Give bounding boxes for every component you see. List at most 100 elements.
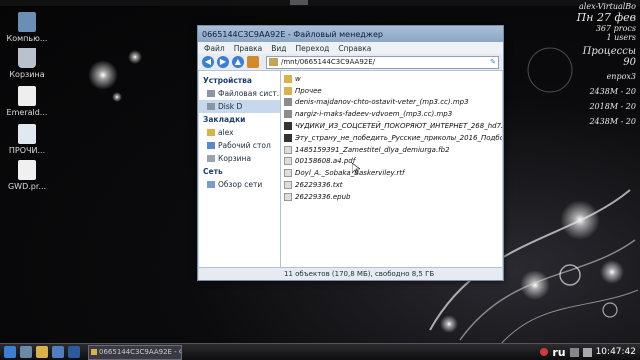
sidebar-section-network: Сеть <box>203 167 223 176</box>
drive-icon <box>207 103 215 110</box>
sparkle-decoration <box>112 92 122 102</box>
file-name: w <box>295 74 301 83</box>
up-arrow-icon[interactable]: ▲ <box>232 56 244 68</box>
file-name: 26229336.txt <box>295 181 343 190</box>
sidebar-item-label: Файловая сист... <box>218 89 280 98</box>
file-name: 00158608.a4.pdf <box>295 157 356 166</box>
file-name: denis-majdanov-chto-ostavit-veter_(mp3.c… <box>295 98 469 107</box>
list-item[interactable]: Эту_страну_не_победить_Русские_приколы_2… <box>281 132 502 144</box>
menu-help[interactable]: Справка <box>338 44 371 53</box>
sidebar: Устройства Файловая сист... Disk D Закла… <box>199 71 281 268</box>
location-bar[interactable]: /mnt/0665144C3C9AA92E/ ✎ <box>266 55 499 69</box>
file-name: Doyl_A._Sobaka_Baskerviley.rtf <box>295 169 405 178</box>
sidebar-item-disk-d[interactable]: Disk D <box>199 100 280 113</box>
document-file-icon <box>284 145 292 154</box>
menu-file[interactable]: Файл <box>204 44 225 53</box>
file-name: nargiz-i-maks-fadeev-vdvoem_(mp3.cc).mp3 <box>295 110 453 119</box>
toolbar: ◀ ▶ ▲ /mnt/0665144C3C9AA92E/ ✎ <box>198 54 503 71</box>
menu-edit[interactable]: Правка <box>234 44 263 53</box>
file-list: w Прочее denis-majdanov-chto-ostavit-vet… <box>281 71 502 268</box>
sidebar-item-trash[interactable]: Корзина <box>199 152 280 165</box>
list-item[interactable]: 00158608.a4.pdf <box>281 156 502 168</box>
list-item[interactable]: Прочее <box>281 85 502 97</box>
top-strip-marker <box>290 0 308 5</box>
conky-cpu-value: 2018M - 20 <box>589 102 636 111</box>
sidebar-item-filesystem[interactable]: Файловая сист... <box>199 87 280 100</box>
conky-cpu-value: 2438M - 20 <box>589 87 636 96</box>
network-icon <box>207 181 215 188</box>
conky-processes-label: Процессы <box>582 46 636 57</box>
window-title: 0665144C3C9AA92E - Файловый менеджер <box>202 29 383 39</box>
desktop-icon-other[interactable]: ПРОЧИ... <box>2 124 52 155</box>
sidebar-section-devices: Устройства <box>203 76 252 85</box>
menu-go[interactable]: Переход <box>296 44 330 53</box>
desktop-icon-label: ПРОЧИ... <box>8 146 46 155</box>
file-manager-launcher-icon[interactable] <box>36 346 48 358</box>
system-tray: ru 10:47:42 <box>540 344 636 360</box>
file-manager-window[interactable]: 0665144C3C9AA92E - Файловый менеджер Фай… <box>197 25 504 281</box>
sidebar-item-label: Рабочий стол <box>218 141 271 150</box>
file-name: 1485159391_Zamestitel_dlya_demiurga.fb2 <box>295 145 450 154</box>
conky-users: 1 users <box>606 33 636 42</box>
network-icon[interactable] <box>569 347 579 357</box>
list-item[interactable]: 26229336.epub <box>281 191 502 203</box>
home-icon[interactable] <box>247 56 259 68</box>
folder-icon <box>91 348 97 355</box>
desktop-icon-computer[interactable]: Компью... <box>2 12 52 43</box>
audio-file-icon <box>284 110 292 119</box>
file-name: 26229336.epub <box>295 192 351 201</box>
desktop-icon-gwd[interactable]: GWD.pr... <box>2 160 52 191</box>
volume-icon[interactable] <box>582 347 592 357</box>
browser-launcher-icon[interactable] <box>52 346 64 358</box>
file-name: ЧУДИКИ_ИЗ_СОЦСЕТЕЙ_ПОКОРЯЮТ_ИНТЕРНЕТ_268… <box>295 122 502 131</box>
list-item[interactable]: denis-majdanov-chto-ostavit-veter_(mp3.c… <box>281 97 502 109</box>
conky-cpu-value: 2438M - 20 <box>589 117 636 126</box>
list-item[interactable]: w <box>281 73 502 85</box>
menu-launcher-icon[interactable] <box>4 346 16 358</box>
top-strip <box>0 0 640 6</box>
window-content: Устройства Файловая сист... Disk D Закла… <box>199 71 502 268</box>
sidebar-item-label: Обзор сети <box>218 180 263 189</box>
sidebar-section-bookmarks: Закладки <box>203 115 246 124</box>
desktop-icon-label: Корзина <box>9 70 45 79</box>
mouse-cursor-icon <box>352 163 360 174</box>
document-icon <box>18 86 36 106</box>
document-icon <box>18 124 36 144</box>
document-file-icon <box>284 169 292 178</box>
location-path: /mnt/0665144C3C9AA92E/ <box>281 57 376 66</box>
desktop-icon <box>207 142 215 149</box>
sidebar-item-network[interactable]: Обзор сети <box>199 178 280 191</box>
keyboard-layout[interactable]: ru <box>552 346 565 359</box>
list-item[interactable]: nargiz-i-maks-fadeev-vdvoem_(mp3.cc).mp3 <box>281 108 502 120</box>
taskbar-window-button[interactable]: 0665144C3C9AA92E - Ф <box>88 344 182 360</box>
system-monitor-widget: alex-VirtualBo Пн 27 фев 367 procs 1 use… <box>556 2 636 126</box>
window-titlebar[interactable]: 0665144C3C9AA92E - Файловый менеджер <box>198 26 503 42</box>
workspace-switcher-icon[interactable] <box>68 346 80 358</box>
forward-arrow-icon[interactable]: ▶ <box>217 56 229 68</box>
computer-icon <box>18 12 36 32</box>
video-file-icon <box>284 122 292 131</box>
sidebar-item-alex[interactable]: alex <box>199 126 280 139</box>
sidebar-item-desktop[interactable]: Рабочий стол <box>199 139 280 152</box>
desktop-icon-emerald[interactable]: Emerald... <box>2 86 52 117</box>
sidebar-item-label: Корзина <box>218 154 252 163</box>
power-icon[interactable] <box>540 348 549 356</box>
taskbar: 0665144C3C9AA92E - Ф ru 10:47:42 <box>0 343 640 360</box>
conky-procs: 367 procs <box>595 24 636 33</box>
show-desktop-icon[interactable] <box>20 346 32 358</box>
taskbar-window-label: 0665144C3C9AA92E - Ф <box>99 347 182 356</box>
list-item[interactable]: 26229336.txt <box>281 179 502 191</box>
list-item[interactable]: 1485159391_Zamestitel_dlya_demiurga.fb2 <box>281 144 502 156</box>
folder-icon <box>284 74 292 83</box>
menu-view[interactable]: Вид <box>271 44 286 53</box>
desktop-icon-label: GWD.pr... <box>7 182 47 191</box>
conky-processes-value: 90 <box>623 57 636 68</box>
conky-date: Пн 27 фев <box>576 11 636 24</box>
list-item[interactable]: ЧУДИКИ_ИЗ_СОЦСЕТЕЙ_ПОКОРЯЮТ_ИНТЕРНЕТ_268… <box>281 120 502 132</box>
desktop-icon-trash[interactable]: Корзина <box>2 48 52 79</box>
clock[interactable]: 10:47:42 <box>596 347 636 357</box>
list-item[interactable]: Doyl_A._Sobaka_Baskerviley.rtf <box>281 167 502 179</box>
home-folder-icon <box>207 129 215 136</box>
back-arrow-icon[interactable]: ◀ <box>202 56 214 68</box>
clear-location-icon[interactable]: ✎ <box>490 57 496 68</box>
